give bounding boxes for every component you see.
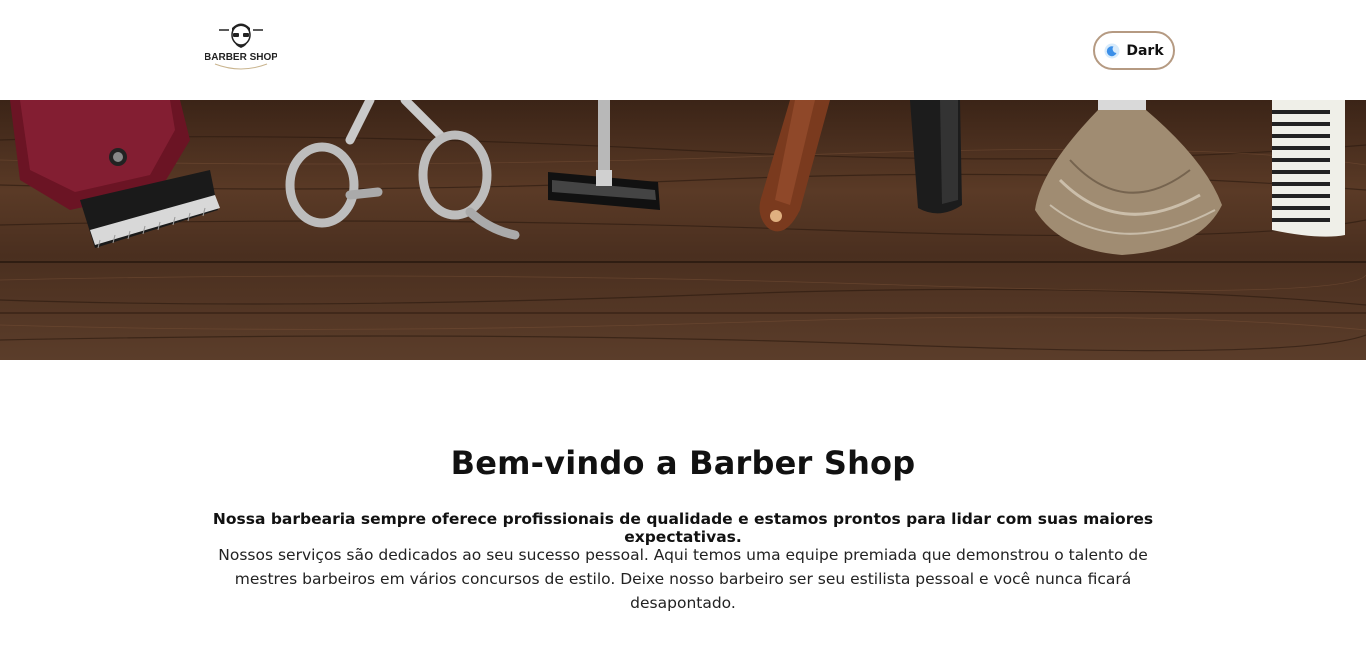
lead-text: Nossa barbearia sempre oferece profissio… xyxy=(212,510,1154,546)
moon-icon xyxy=(1104,43,1120,59)
barber-tools-image xyxy=(0,100,1366,360)
hero-banner xyxy=(0,100,1366,360)
barber-shop-logo[interactable]: BARBER SHOP xyxy=(204,20,278,78)
description-text: Nossos serviços são dedicados ao seu suc… xyxy=(218,546,1148,612)
page-title: Bem-vindo a Barber Shop xyxy=(450,444,916,482)
welcome-section: Bem-vindo a Barber Shop Nossa barbearia … xyxy=(0,360,1366,650)
logo-text: BARBER SHOP xyxy=(205,52,277,63)
comb-icon xyxy=(1272,100,1345,237)
site-header: BARBER SHOP Dark xyxy=(0,0,1366,100)
barber-logo-icon: BARBER SHOP xyxy=(204,23,278,70)
dark-mode-toggle[interactable]: Dark xyxy=(1093,31,1175,70)
theme-toggle-label: Dark xyxy=(1126,42,1164,59)
